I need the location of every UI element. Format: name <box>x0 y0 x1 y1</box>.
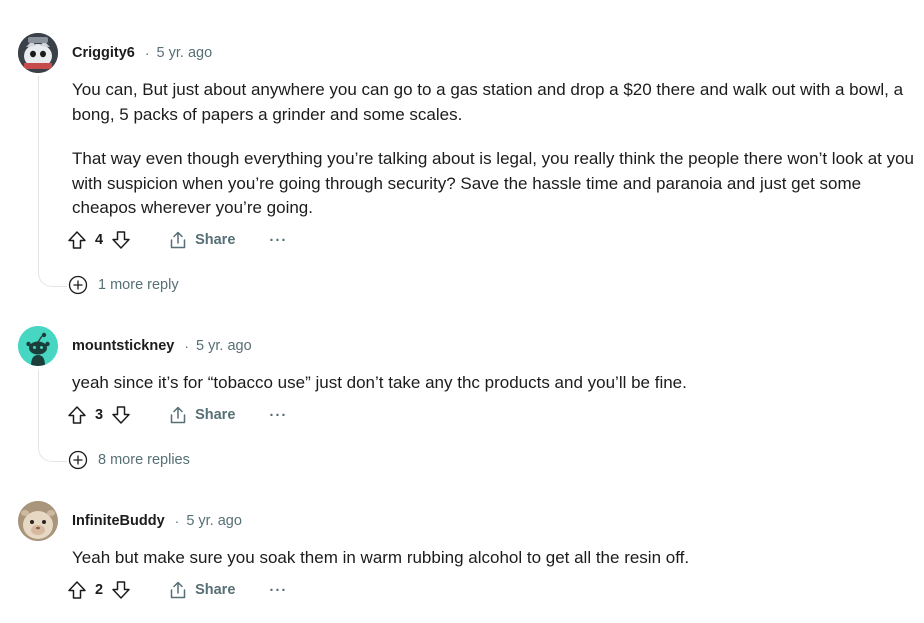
snoo-avatar-icon <box>18 33 58 73</box>
vote-count: 4 <box>95 232 104 248</box>
default-snoo-avatar-icon <box>18 326 58 366</box>
downvote-arrow-icon <box>112 231 130 249</box>
vote-count: 2 <box>95 582 104 598</box>
comment-actions: 4 Share ··· <box>66 227 287 253</box>
more-replies-button[interactable]: 1 more reply <box>68 274 179 296</box>
avatar-mountstickney[interactable] <box>18 326 58 366</box>
photo-avatar-icon <box>18 501 58 541</box>
downvote-button[interactable] <box>110 229 132 251</box>
share-label: Share <box>195 232 236 248</box>
upvote-button[interactable] <box>66 404 88 426</box>
timestamp[interactable]: 5 yr. ago <box>186 513 242 529</box>
separator-dot: · <box>174 513 180 529</box>
comment-paragraph: yeah since it’s for “tobacco use” just d… <box>72 373 687 392</box>
username[interactable]: Criggity6 <box>72 45 135 61</box>
share-button[interactable]: Share <box>168 580 235 600</box>
share-label: Share <box>195 582 236 598</box>
downvote-button[interactable] <box>110 404 132 426</box>
upvote-arrow-icon <box>68 406 86 424</box>
plus-circle-icon <box>68 275 88 295</box>
comment-header: mountstickney · 5 yr. ago <box>72 336 252 356</box>
separator-dot: · <box>144 45 150 61</box>
comment-body: Yeah but make sure you soak them in warm… <box>72 546 917 571</box>
thread-line <box>38 76 39 266</box>
separator-dot: · <box>184 338 190 354</box>
timestamp[interactable]: 5 yr. ago <box>157 45 213 61</box>
comment-paragraph: Yeah but make sure you soak them in warm… <box>72 548 690 567</box>
downvote-arrow-icon <box>112 581 130 599</box>
plus-circle-icon <box>68 450 88 470</box>
upvote-button[interactable] <box>66 229 88 251</box>
comment-actions: 3 Share ··· <box>66 402 287 428</box>
comment-body: yeah since it’s for “tobacco use” just d… <box>72 371 917 396</box>
thread-curve <box>38 266 67 287</box>
comment-paragraph: That way even though everything you’re t… <box>72 149 915 217</box>
vote-count: 3 <box>95 407 104 423</box>
avatar-infinitebuddy[interactable] <box>18 501 58 541</box>
comment-body: You can, But just about anywhere you can… <box>72 78 917 221</box>
upvote-arrow-icon <box>68 581 86 599</box>
thread-line <box>38 370 39 441</box>
comment-actions: 2 Share ··· <box>66 577 287 603</box>
comment-header: InfiniteBuddy · 5 yr. ago <box>72 511 242 531</box>
share-button[interactable]: Share <box>168 230 235 250</box>
share-icon <box>170 581 186 599</box>
username[interactable]: mountstickney <box>72 338 174 354</box>
username[interactable]: InfiniteBuddy <box>72 513 165 529</box>
avatar-criggity6[interactable] <box>18 33 58 73</box>
more-options-icon[interactable]: ··· <box>269 582 287 599</box>
upvote-button[interactable] <box>66 579 88 601</box>
share-button[interactable]: Share <box>168 405 235 425</box>
share-icon <box>170 231 186 249</box>
more-replies-label: 1 more reply <box>98 277 179 293</box>
share-icon <box>170 406 186 424</box>
downvote-button[interactable] <box>110 579 132 601</box>
more-options-icon[interactable]: ··· <box>269 232 287 249</box>
timestamp[interactable]: 5 yr. ago <box>196 338 252 354</box>
comment-paragraph: You can, But just about anywhere you can… <box>72 80 904 124</box>
more-replies-label: 8 more replies <box>98 452 190 468</box>
upvote-arrow-icon <box>68 231 86 249</box>
thread-curve <box>38 441 67 462</box>
share-label: Share <box>195 407 236 423</box>
downvote-arrow-icon <box>112 406 130 424</box>
more-options-icon[interactable]: ··· <box>269 407 287 424</box>
comment-header: Criggity6 · 5 yr. ago <box>72 43 212 63</box>
more-replies-button[interactable]: 8 more replies <box>68 449 190 471</box>
